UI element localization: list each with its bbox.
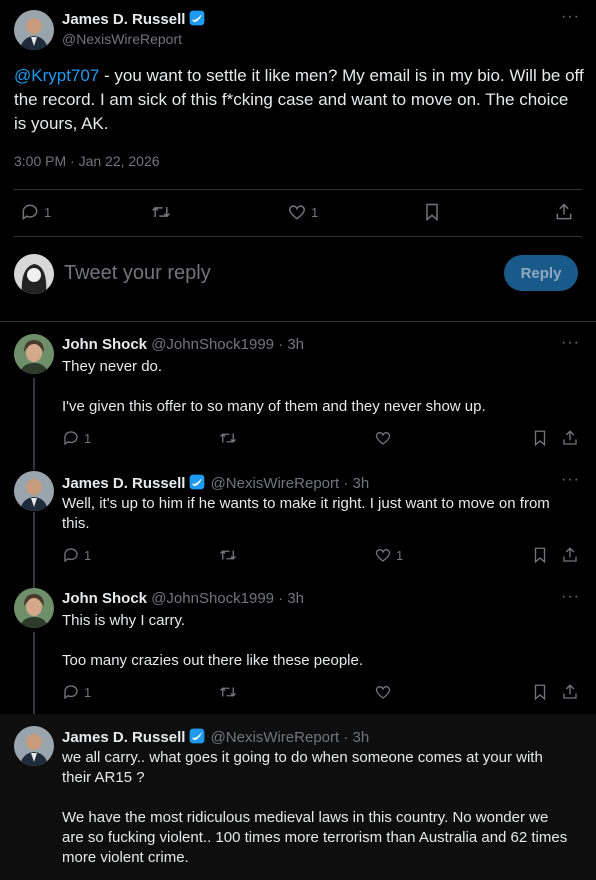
- retweet-icon: [152, 206, 170, 218]
- reply-action[interactable]: 1: [62, 546, 91, 564]
- bookmark-icon: [534, 547, 546, 564]
- share-icon: [563, 547, 577, 562]
- reply-author-name[interactable]: John Shock: [62, 336, 147, 353]
- divider: [14, 189, 582, 190]
- mention-link[interactable]: @Krypt707: [14, 66, 99, 85]
- share-icon: [563, 684, 577, 699]
- verified-badge-icon: [190, 728, 205, 744]
- reply-tweet-highlighted[interactable]: James D. Russell @NexisWireReport · 3h w…: [0, 714, 596, 880]
- verified-badge-icon: [190, 10, 205, 26]
- share-action[interactable]: [554, 202, 574, 222]
- retweet-icon: [220, 433, 236, 443]
- reply-handle-time[interactable]: @JohnShock1999 · 3h: [151, 590, 304, 607]
- bookmark-action[interactable]: [531, 546, 549, 564]
- reply-text: Well, it's up to him if he wants to make…: [62, 495, 550, 532]
- current-user-avatar[interactable]: [14, 254, 54, 294]
- reply-input[interactable]: Tweet your reply: [64, 262, 211, 285]
- share-icon: [556, 203, 572, 220]
- share-action[interactable]: [561, 546, 579, 564]
- reply-count: 1: [44, 204, 52, 220]
- like-icon: [288, 205, 306, 220]
- reply-button[interactable]: Reply: [504, 255, 578, 291]
- reply-author-name[interactable]: James D. Russell: [62, 729, 185, 746]
- divider: [14, 236, 582, 237]
- tweet-text: @Krypt707 - you want to settle it like m…: [14, 64, 584, 136]
- reply-handle-time[interactable]: @JohnShock1999 · 3h: [151, 336, 304, 353]
- author-name[interactable]: James D. Russell: [62, 11, 185, 28]
- bookmark-action[interactable]: [531, 683, 549, 701]
- retweet-icon: [220, 550, 236, 560]
- avatar-james-russell[interactable]: [14, 10, 54, 50]
- reply-text: we all carry.. what goes it going to do …: [62, 749, 568, 866]
- bookmark-action[interactable]: [531, 429, 549, 447]
- tweet-body: - you want to settle it like men? My ema…: [14, 66, 584, 133]
- like-count: 1: [311, 204, 319, 220]
- avatar-john-shock[interactable]: [14, 588, 54, 628]
- like-icon: [375, 431, 391, 445]
- more-icon[interactable]: ···: [561, 8, 580, 26]
- reply-count: 1: [84, 430, 92, 446]
- thread-connector: [33, 378, 35, 470]
- divider: [0, 321, 596, 322]
- reply-icon: [64, 431, 78, 446]
- like-count: 1: [396, 547, 404, 563]
- reply-handle-time[interactable]: @NexisWireReport · 3h: [211, 475, 370, 492]
- share-action[interactable]: [561, 683, 579, 701]
- reply-icon: [22, 204, 38, 221]
- retweet-icon: [220, 687, 236, 697]
- bookmark-action[interactable]: [422, 202, 442, 222]
- like-action[interactable]: [374, 683, 396, 701]
- tweet-timestamp[interactable]: 3:00 PM · Jan 22, 2026: [14, 153, 160, 169]
- thread-connector: [33, 632, 35, 714]
- retweet-action[interactable]: [218, 683, 238, 701]
- more-icon[interactable]: ···: [561, 334, 580, 352]
- bookmark-icon: [426, 203, 438, 222]
- retweet-action[interactable]: [150, 202, 172, 222]
- reply-count: 1: [84, 684, 92, 700]
- bookmark-icon: [534, 430, 546, 447]
- reply-author-name[interactable]: James D. Russell: [62, 475, 185, 492]
- reply-action[interactable]: 1: [20, 202, 51, 222]
- like-icon: [375, 548, 391, 562]
- more-icon[interactable]: ···: [561, 588, 580, 606]
- author-handle[interactable]: @NexisWireReport: [62, 31, 182, 47]
- like-action[interactable]: 1: [287, 202, 318, 222]
- reply-count: 1: [84, 547, 92, 563]
- reply-action[interactable]: 1: [62, 683, 91, 701]
- reply-icon: [64, 548, 78, 563]
- retweet-action[interactable]: [218, 429, 238, 447]
- reply-text: They never do. I've given this offer to …: [62, 358, 486, 415]
- reply-icon: [64, 685, 78, 700]
- share-action[interactable]: [561, 429, 579, 447]
- thread-connector: [33, 512, 35, 594]
- avatar-james-russell[interactable]: [14, 726, 54, 766]
- share-icon: [563, 430, 577, 445]
- reply-handle-time[interactable]: @NexisWireReport · 3h: [211, 729, 370, 746]
- retweet-action[interactable]: [218, 546, 238, 564]
- reply-action[interactable]: 1: [62, 429, 91, 447]
- verified-badge-icon: [190, 474, 205, 490]
- like-action[interactable]: 1: [374, 546, 403, 564]
- reply-text: This is why I carry. Too many crazies ou…: [62, 612, 364, 669]
- avatar-james-russell[interactable]: [14, 471, 54, 511]
- bookmark-icon: [534, 684, 546, 701]
- avatar-john-shock[interactable]: [14, 334, 54, 374]
- more-icon[interactable]: ···: [561, 471, 580, 489]
- like-icon: [375, 685, 391, 699]
- like-action[interactable]: [374, 429, 396, 447]
- reply-author-name[interactable]: John Shock: [62, 590, 147, 607]
